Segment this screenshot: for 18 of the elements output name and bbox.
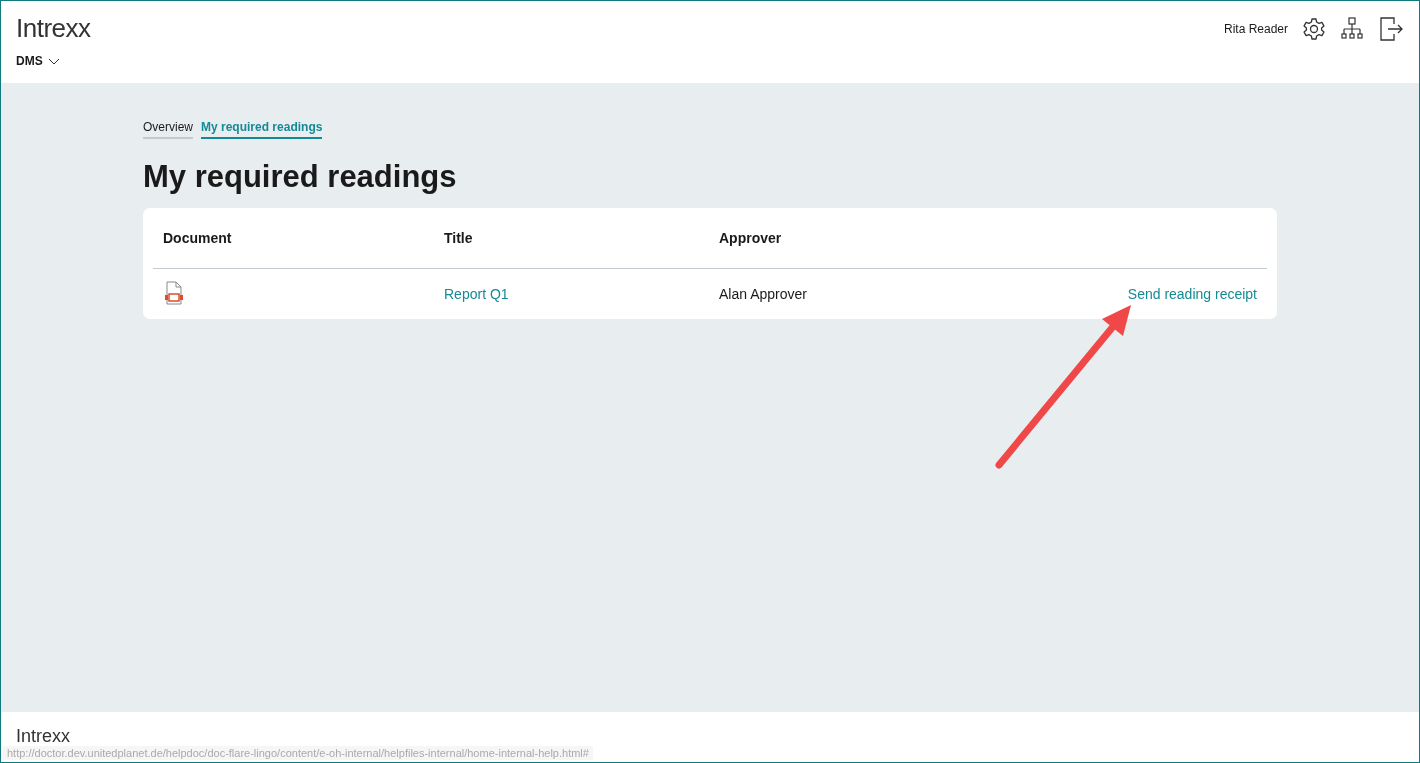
sitemap-icon[interactable] bbox=[1340, 17, 1364, 41]
column-header: Approver bbox=[718, 230, 783, 246]
logout-icon[interactable] bbox=[1378, 16, 1404, 42]
column-header: Document bbox=[162, 230, 233, 246]
chevron-down-icon bbox=[47, 57, 60, 65]
column-header: Title bbox=[443, 230, 474, 246]
user-name[interactable]: Rita Reader bbox=[1223, 22, 1288, 36]
document-title-link[interactable]: Report Q1 bbox=[434, 286, 709, 302]
settings-icon[interactable] bbox=[1302, 17, 1326, 41]
send-receipt-link[interactable]: Send reading receipt bbox=[1117, 286, 1267, 302]
tab[interactable]: Overview bbox=[143, 118, 193, 139]
page-title: My required readings bbox=[143, 159, 458, 195]
document-icon[interactable] bbox=[163, 280, 185, 305]
app-menu-dropdown[interactable]: DMS bbox=[16, 54, 91, 68]
status-bar-url: http://doctor.dev.unitedplanet.de/helpdoc/doc-flare-lingo/content/e-oh-internal/helpfiles-internal/home-internal-help.html# bbox=[3, 746, 593, 760]
intrexx-logo: Intrexx bbox=[16, 13, 91, 44]
approver-cell-text: Alan Approver bbox=[718, 286, 808, 302]
footer-logo: Intrexx bbox=[16, 726, 71, 746]
